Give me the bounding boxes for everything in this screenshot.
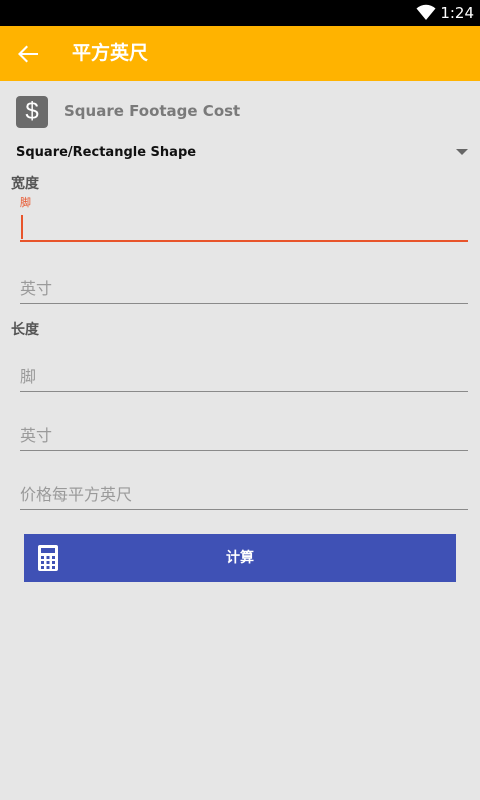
length-section-label: 长度 bbox=[11, 322, 39, 338]
wifi-icon bbox=[416, 4, 436, 20]
width-section-label: 宽度 bbox=[11, 176, 39, 192]
width-inches-input[interactable] bbox=[20, 274, 468, 304]
dollar-icon: $ bbox=[16, 96, 48, 128]
dropdown-arrow-icon bbox=[456, 149, 468, 155]
width-feet-input[interactable] bbox=[20, 212, 468, 242]
status-bar: 1:24 bbox=[0, 0, 480, 26]
shape-spinner[interactable]: Square/Rectangle Shape bbox=[16, 142, 470, 164]
price-per-sqft-field[interactable] bbox=[20, 468, 468, 512]
app-bar: 平方英尺 bbox=[0, 26, 480, 81]
calculate-button[interactable]: 计算 bbox=[24, 534, 456, 582]
width-feet-floating-label: 脚 bbox=[20, 196, 31, 209]
status-time: 1:24 bbox=[440, 4, 474, 22]
calculator-header: $ Square Footage Cost bbox=[16, 96, 456, 130]
length-inches-field[interactable] bbox=[20, 409, 468, 453]
page-title: 平方英尺 bbox=[72, 42, 149, 64]
shape-spinner-value: Square/Rectangle Shape bbox=[16, 145, 197, 160]
length-feet-field[interactable] bbox=[20, 350, 468, 394]
width-inches-field[interactable] bbox=[20, 262, 468, 306]
arrow-back-icon[interactable] bbox=[14, 40, 42, 68]
calculate-button-label: 计算 bbox=[226, 550, 254, 566]
length-feet-input[interactable] bbox=[20, 362, 468, 392]
length-inches-input[interactable] bbox=[20, 421, 468, 451]
header-label: Square Footage Cost bbox=[64, 102, 241, 120]
text-cursor bbox=[21, 215, 23, 239]
price-per-sqft-input[interactable] bbox=[20, 480, 468, 510]
width-feet-field[interactable]: 脚 bbox=[20, 196, 468, 244]
